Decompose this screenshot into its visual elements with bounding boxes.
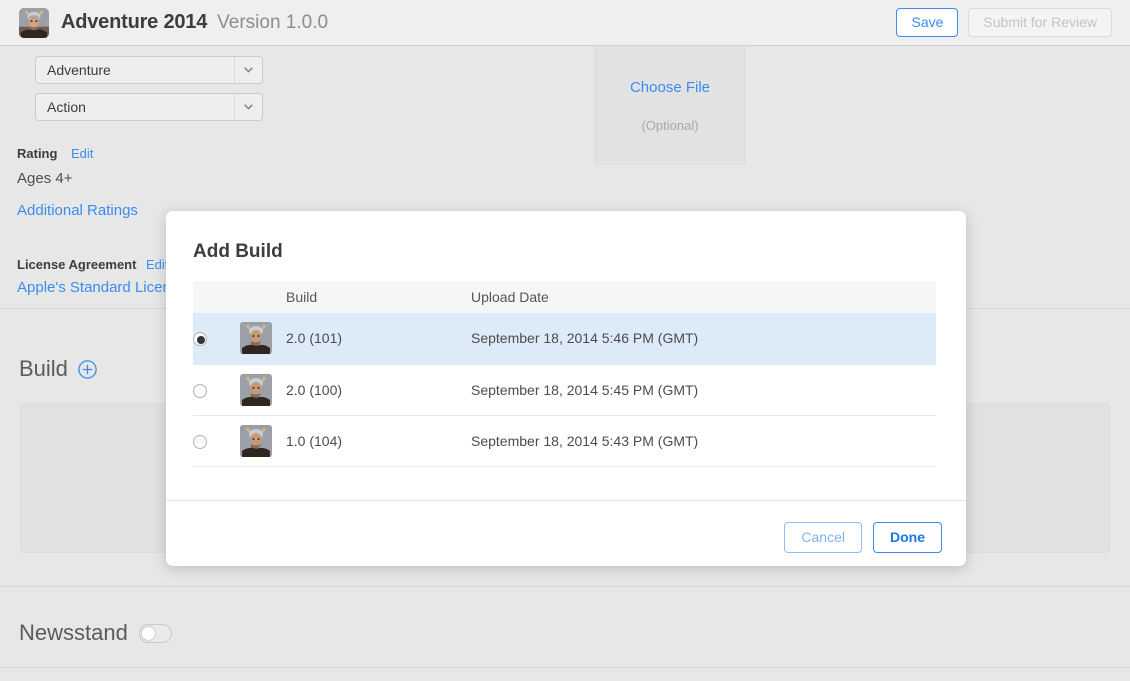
app-version: Version 1.0.0: [217, 11, 329, 33]
row-select-cell[interactable]: [193, 415, 240, 467]
radio-button[interactable]: [193, 332, 207, 347]
dialog-title: Add Build: [193, 241, 283, 262]
dialog-actions: Cancel Done: [784, 522, 942, 553]
table-row[interactable]: 2.0 (100) September 18, 2014 5:45 PM (GM…: [193, 364, 936, 416]
table-row[interactable]: 2.0 (101) September 18, 2014 5:46 PM (GM…: [193, 313, 936, 365]
build-table-body: 2.0 (101) September 18, 2014 5:46 PM (GM…: [193, 313, 936, 467]
table-header-row: Build Upload Date: [193, 281, 936, 313]
build-table: Build Upload Date 2.0 (101) September 18…: [193, 281, 936, 467]
row-build-label: 2.0 (101): [286, 313, 471, 365]
cancel-button[interactable]: Cancel: [784, 522, 862, 553]
modal-overlay: Add Build Build Upload Date 2.0 (101) Se…: [0, 46, 1130, 681]
row-select-cell[interactable]: [193, 313, 240, 365]
row-icon-cell: [240, 313, 286, 365]
row-upload-date: September 18, 2014 5:46 PM (GMT): [471, 313, 936, 365]
dialog-footer-divider: [166, 500, 966, 501]
column-header-upload-date: Upload Date: [471, 281, 936, 313]
row-icon-cell: [240, 364, 286, 416]
table-row[interactable]: 1.0 (104) September 18, 2014 5:43 PM (GM…: [193, 415, 936, 467]
viking-build-icon: [240, 424, 272, 457]
viking-build-icon: [240, 322, 272, 355]
done-button[interactable]: Done: [873, 522, 942, 553]
column-header-select: [193, 281, 240, 313]
page-title: Adventure 2014: [61, 11, 208, 33]
page-body: Choose File (Optional) Adventure Action …: [0, 46, 1130, 681]
row-upload-date: September 18, 2014 5:43 PM (GMT): [471, 415, 936, 467]
submit-for-review-button[interactable]: Submit for Review: [968, 8, 1112, 37]
row-build-label: 2.0 (100): [286, 364, 471, 416]
row-icon-cell: [240, 415, 286, 467]
column-header-build: Build: [286, 281, 471, 313]
row-build-label: 1.0 (104): [286, 415, 471, 467]
viking-build-icon: [240, 373, 272, 406]
radio-button[interactable]: [193, 383, 207, 398]
save-button[interactable]: Save: [896, 8, 959, 37]
header-actions: Save Submit for Review: [896, 8, 1112, 37]
row-upload-date: September 18, 2014 5:45 PM (GMT): [471, 364, 936, 416]
build-table-header: Build Upload Date: [193, 281, 936, 313]
radio-button[interactable]: [193, 434, 207, 449]
app-header: Adventure 2014 Version 1.0.0 Save Submit…: [0, 0, 1130, 46]
column-header-icon: [240, 281, 286, 313]
viking-app-icon: [19, 7, 49, 38]
row-select-cell[interactable]: [193, 364, 240, 416]
add-build-dialog: Add Build Build Upload Date 2.0 (101) Se…: [166, 211, 966, 566]
